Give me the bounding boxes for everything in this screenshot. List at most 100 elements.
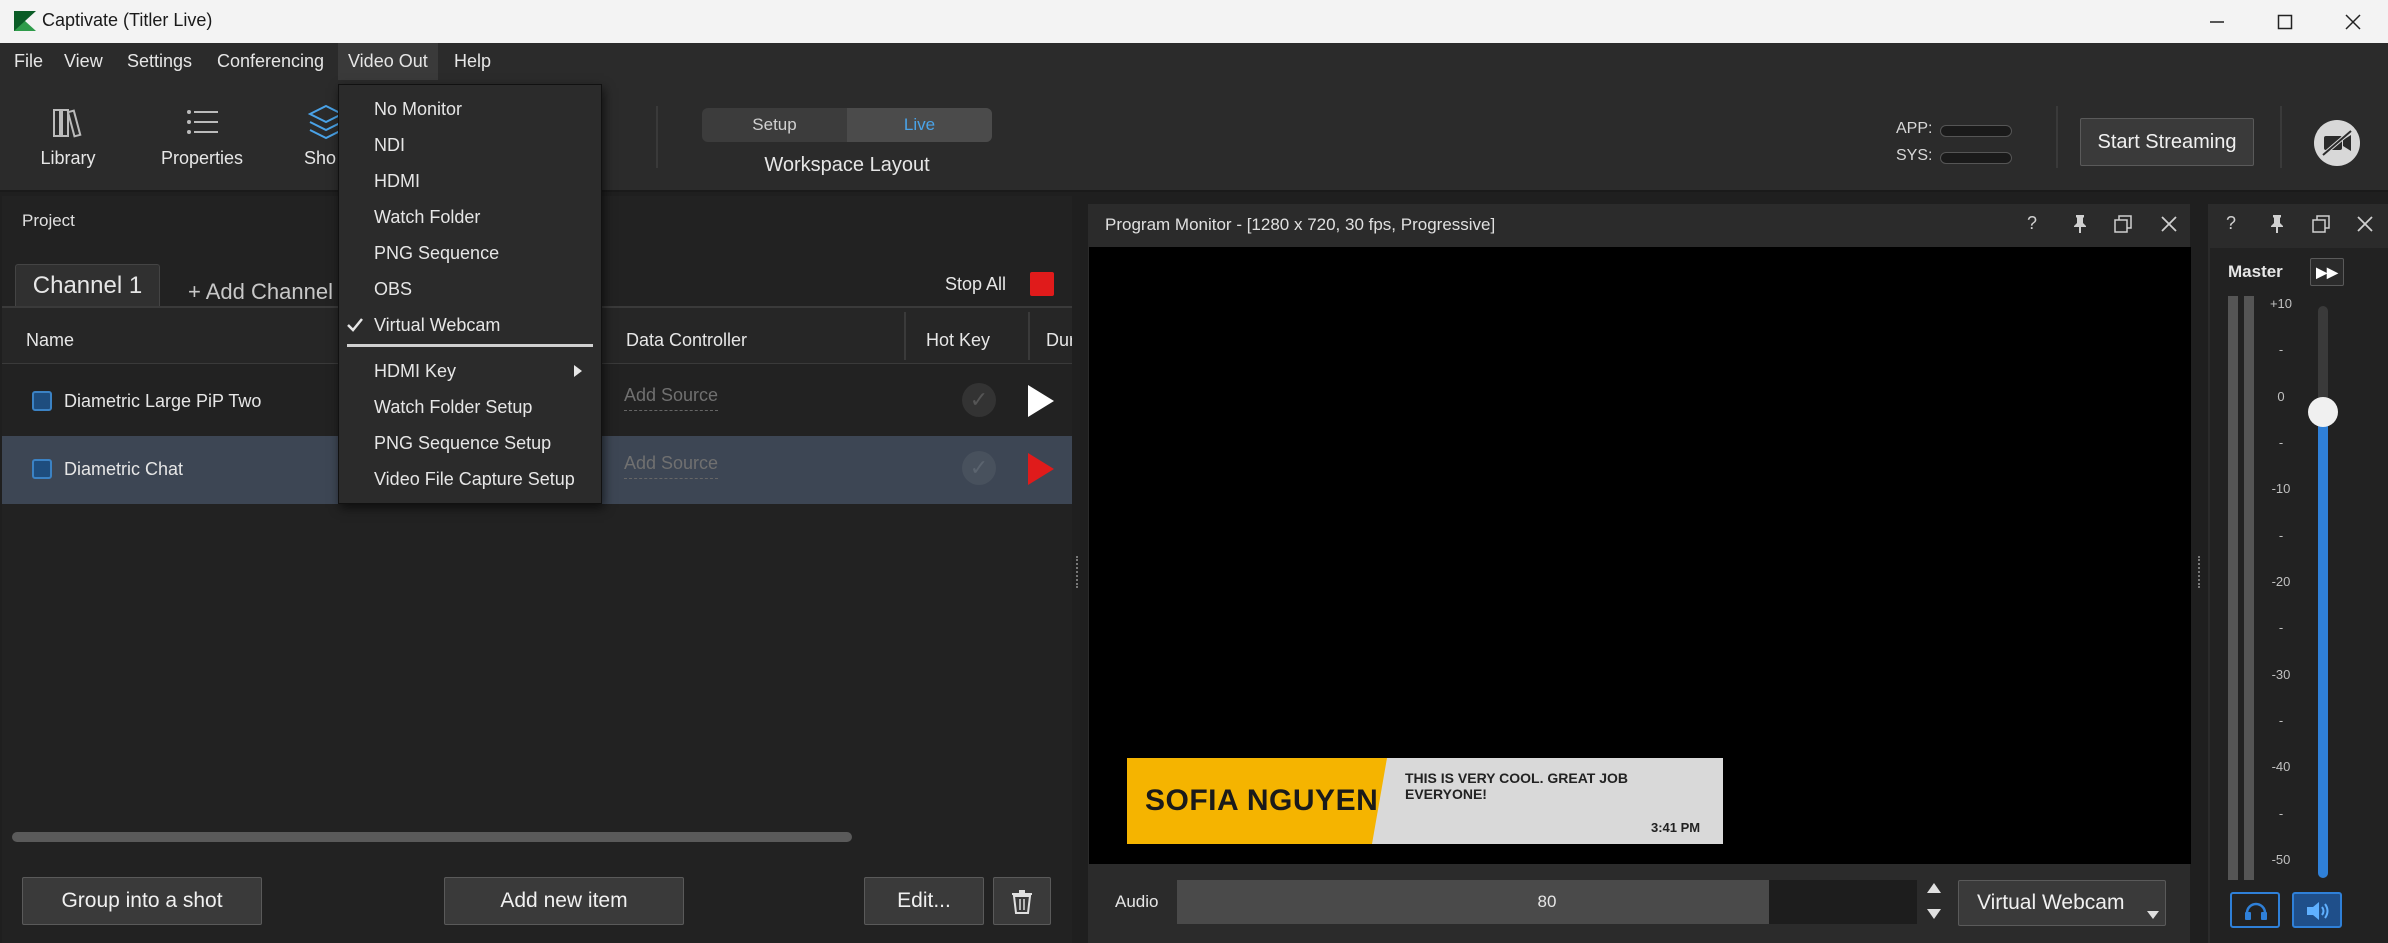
maximize-button[interactable]: [2252, 0, 2318, 43]
menu-view[interactable]: View: [54, 43, 113, 80]
splitter-handle[interactable]: [2198, 556, 2202, 588]
column-name[interactable]: Name: [26, 330, 74, 351]
add-new-item-button[interactable]: Add new item: [444, 877, 684, 925]
add-source-link[interactable]: Add Source: [624, 453, 719, 479]
menu-item-label: PNG Sequence Setup: [374, 433, 552, 453]
mixer-pin-icon[interactable]: [2268, 214, 2286, 234]
audio-value: 80: [1537, 892, 1557, 911]
menu-item-watch-folder-setup[interactable]: Watch Folder Setup: [339, 389, 601, 425]
menu-video-out[interactable]: Video Out: [338, 43, 438, 80]
item-template-icon: [32, 391, 52, 411]
menu-item-obs[interactable]: OBS: [339, 271, 601, 307]
column-duration[interactable]: Dur: [1046, 330, 1072, 351]
stop-all-button[interactable]: [1030, 272, 1054, 296]
program-monitor-title: Program Monitor - [1280 x 720, 30 fps, P…: [1105, 215, 1496, 234]
menu-item-png-sequence-setup[interactable]: PNG Sequence Setup: [339, 425, 601, 461]
video-out-menu: No Monitor NDI HDMI Watch Folder PNG Sequenc…: [338, 84, 602, 504]
app-meter: [1940, 125, 2012, 137]
lower-third-name: SOFIA NGUYEN: [1145, 784, 1379, 817]
group-into-shot-button[interactable]: Group into a shot: [22, 877, 262, 925]
menu-item-video-file-capture-setup[interactable]: Video File Capture Setup: [339, 461, 601, 497]
menu-help[interactable]: Help: [444, 43, 501, 80]
close-icon: [2345, 13, 2361, 30]
mixer-master-label: Master: [2228, 262, 2283, 281]
hotkey-check-icon[interactable]: ✓: [962, 451, 996, 485]
menu-file[interactable]: File: [4, 43, 53, 80]
live-tab[interactable]: Live: [847, 108, 992, 142]
audio-level-slider[interactable]: 80: [1177, 880, 1917, 924]
mixer-help-icon[interactable]: ?: [2226, 213, 2236, 234]
mixer-scale-tick: -: [2278, 713, 2284, 728]
window-title: Captivate (Titler Live): [42, 10, 213, 30]
column-divider: [1028, 312, 1030, 360]
headphones-button[interactable]: [2230, 892, 2280, 928]
menu-item-watch-folder[interactable]: Watch Folder: [339, 199, 601, 235]
properties-button[interactable]: Properties: [158, 102, 246, 178]
mixer-scale-tick: -: [2278, 527, 2284, 543]
hotkey-check-icon[interactable]: ✓: [962, 383, 996, 417]
toolbar-divider: [2280, 106, 2282, 168]
edit-button[interactable]: Edit...: [864, 877, 984, 925]
menu-settings[interactable]: Settings: [117, 43, 202, 80]
toolbar-divider: [2056, 106, 2058, 168]
play-active-icon[interactable]: [1024, 451, 1058, 487]
output-select[interactable]: Virtual Webcam: [1958, 880, 2166, 926]
column-data-controller[interactable]: Data Controller: [626, 330, 747, 351]
mixer-scale-tick: -40: [2271, 759, 2291, 775]
camera-off-icon[interactable]: [2312, 118, 2362, 168]
tab-channel-1[interactable]: Channel 1: [15, 264, 160, 306]
fast-forward-button[interactable]: ▶▶: [2310, 258, 2344, 286]
shots-button[interactable]: Sho: [300, 102, 340, 178]
project-header: Project: [22, 211, 75, 230]
menu-item-ndi[interactable]: NDI: [339, 127, 601, 163]
play-icon[interactable]: [1024, 383, 1058, 419]
add-source-link[interactable]: Add Source: [624, 385, 719, 411]
menu-bar: File View Settings Conferencing Video Ou…: [0, 43, 2388, 80]
master-fader-fill: [2318, 412, 2328, 878]
mixer-restore-icon[interactable]: [2312, 215, 2330, 233]
lower-third-graphic: SOFIA NGUYEN THIS IS VERY COOL. GREAT JO…: [1127, 758, 1723, 844]
mixer-scale-tick: -30: [2271, 666, 2291, 682]
submenu-arrow-icon: [574, 365, 582, 377]
menu-item-label: HDMI Key: [374, 361, 457, 381]
level-meter-left: [2228, 296, 2238, 880]
restore-window-icon[interactable]: [2114, 215, 2132, 233]
mixer-close-icon[interactable]: [2356, 215, 2374, 233]
arrow-up-icon[interactable]: [1926, 882, 1942, 894]
master-fader-thumb[interactable]: [2308, 397, 2338, 427]
row-name: Diametric Chat: [64, 459, 184, 479]
arrow-down-icon[interactable]: [1926, 908, 1942, 920]
level-meter-right: [2244, 296, 2254, 880]
library-button[interactable]: Library: [28, 102, 108, 178]
horizontal-scrollbar[interactable]: [12, 832, 852, 842]
menu-item-no-monitor[interactable]: No Monitor: [339, 91, 601, 127]
splitter-handle[interactable]: [1076, 556, 1080, 588]
close-button[interactable]: [2320, 0, 2386, 43]
setup-tab[interactable]: Setup: [702, 108, 847, 142]
app-logo-icon: [14, 11, 36, 31]
menu-item-hdmi-key[interactable]: HDMI Key: [339, 353, 601, 389]
menu-item-label: Watch Folder Setup: [374, 397, 533, 417]
add-channel-button[interactable]: + Add Channel: [188, 279, 333, 305]
speaker-button[interactable]: [2292, 892, 2342, 928]
pin-icon[interactable]: [2071, 214, 2089, 234]
sys-meter-label: SYS:: [1896, 147, 1933, 164]
menu-item-virtual-webcam[interactable]: Virtual Webcam: [339, 307, 601, 343]
menu-conferencing[interactable]: Conferencing: [207, 43, 334, 80]
mixer-scale-tick: -20: [2271, 574, 2291, 589]
checkmark-icon: [347, 318, 363, 332]
layers-icon: [307, 104, 340, 140]
title-bar: Captivate (Titler Live): [0, 0, 2388, 43]
output-select-value: Virtual Webcam: [1977, 891, 2125, 914]
close-panel-icon[interactable]: [2160, 215, 2178, 233]
mixer-scale-tick: -50: [2271, 852, 2291, 867]
minimize-button[interactable]: [2184, 0, 2250, 43]
start-streaming-button[interactable]: Start Streaming: [2080, 118, 2254, 166]
help-icon[interactable]: ?: [2027, 213, 2037, 234]
delete-button[interactable]: [993, 877, 1051, 925]
menu-item-hdmi[interactable]: HDMI: [339, 163, 601, 199]
lower-third-time: 3:41 PM: [1651, 820, 1701, 835]
column-hot-key[interactable]: Hot Key: [926, 330, 990, 351]
menu-item-png-sequence[interactable]: PNG Sequence: [339, 235, 601, 271]
workspace-segmented-control: Setup Live: [702, 108, 992, 142]
